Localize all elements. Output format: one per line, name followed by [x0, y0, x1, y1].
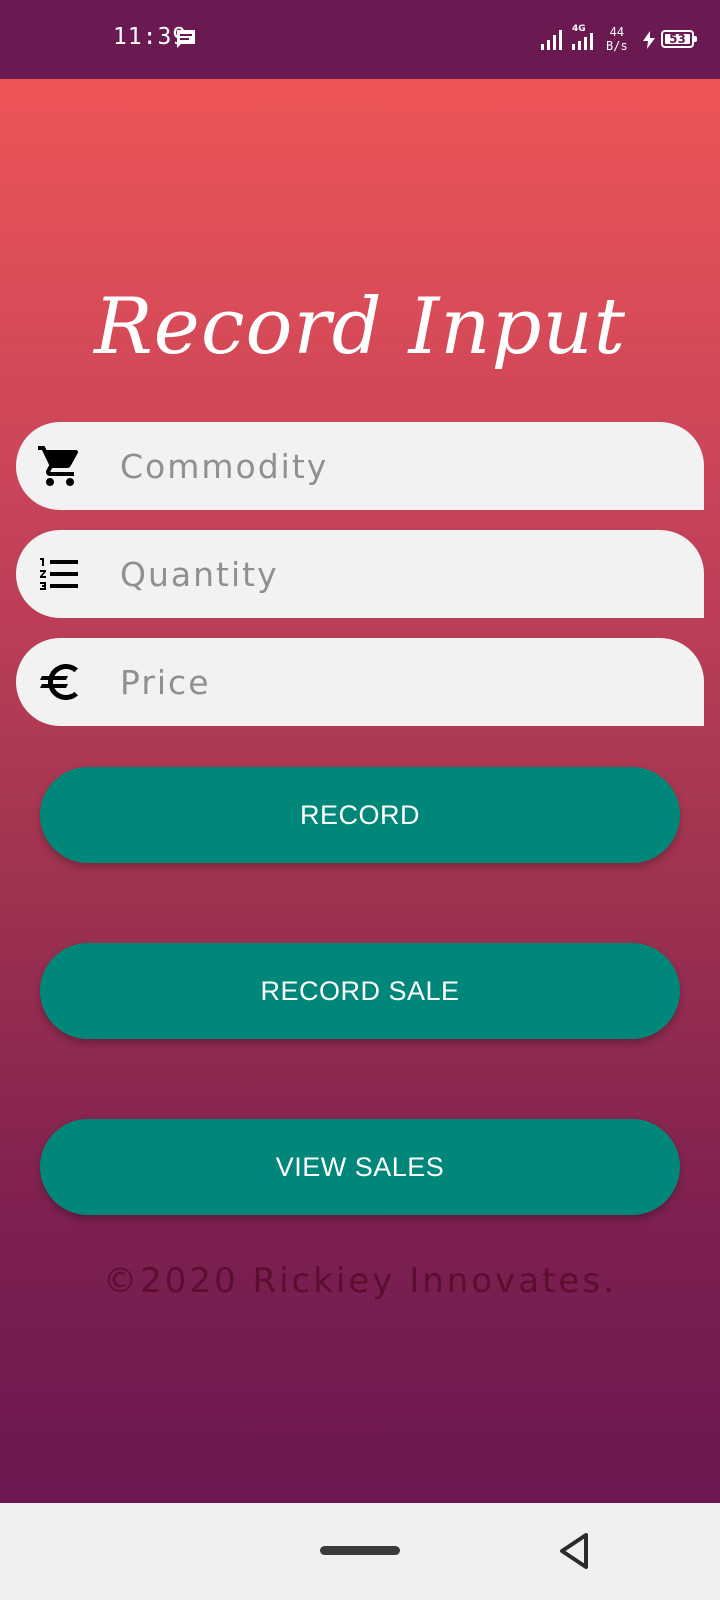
price-field[interactable]: [16, 638, 704, 726]
charging-icon: [643, 31, 655, 49]
euro-icon: [40, 664, 78, 700]
message-notification-icon: [177, 30, 195, 48]
main-content: Record Input RECORD RECORD SALE VIEW SAL…: [0, 79, 720, 1503]
quantity-field[interactable]: [16, 530, 704, 618]
view-sales-button[interactable]: VIEW SALES: [40, 1119, 680, 1215]
record-button[interactable]: RECORD: [40, 767, 680, 863]
signal-strength-4g-icon: [572, 33, 593, 50]
commodity-input[interactable]: [120, 440, 680, 492]
status-bar: 11:39 4G 44 B/s 53: [0, 0, 720, 79]
price-input[interactable]: [120, 656, 680, 708]
network-speed-unit: B/s: [606, 39, 628, 53]
network-speed-value: 44: [609, 25, 625, 39]
commodity-field[interactable]: [16, 422, 704, 510]
cart-icon: [38, 446, 79, 486]
battery-level: 53: [669, 32, 686, 46]
copyright-text: ©2020 Rickiey Innovates.: [103, 1261, 617, 1301]
page-title: Record Input: [93, 282, 627, 372]
back-icon[interactable]: [556, 1531, 592, 1571]
record-sale-button[interactable]: RECORD SALE: [40, 943, 680, 1039]
signal-strength-icon: [541, 30, 562, 50]
quantity-input[interactable]: [120, 548, 680, 600]
network-speed: 44 B/s: [606, 25, 628, 53]
home-gesture-bar[interactable]: [320, 1546, 400, 1555]
numbered-list-icon: [40, 558, 78, 590]
navigation-bar: [0, 1503, 720, 1600]
battery-icon: 53: [661, 30, 697, 48]
